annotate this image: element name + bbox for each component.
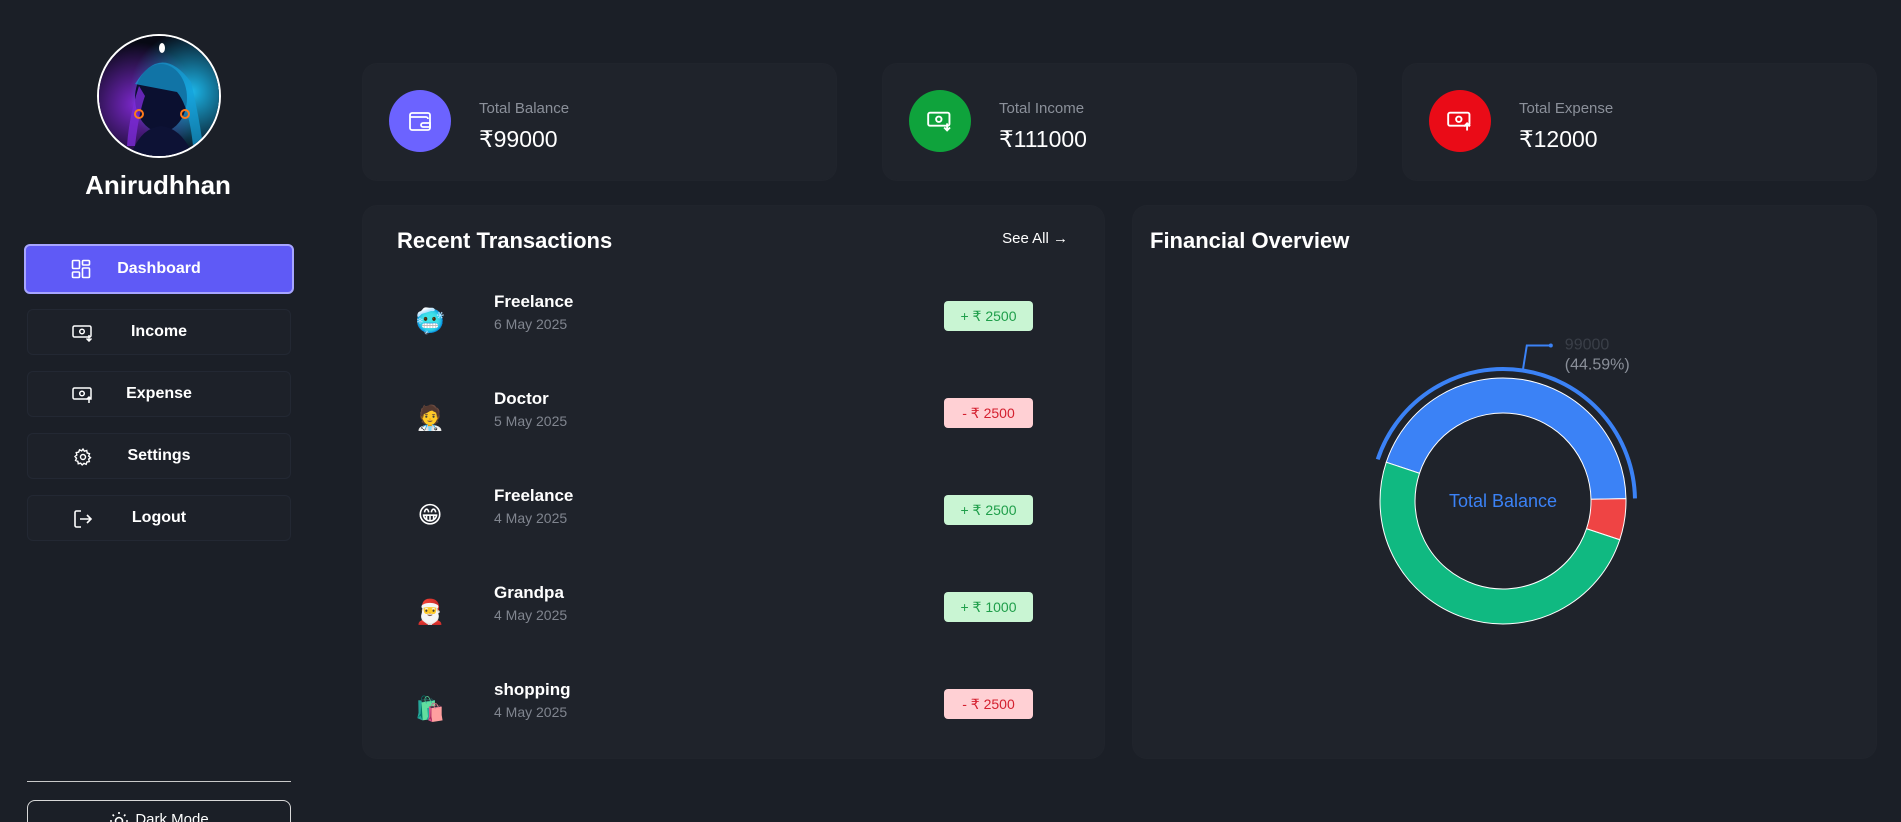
transaction-date: 4 May 2025 [494, 510, 568, 526]
stat-card-income: Total Income ₹111000 [883, 64, 1356, 180]
dashboard-icon [70, 258, 92, 280]
avatar[interactable] [97, 34, 221, 158]
expense-icon [72, 384, 94, 406]
nav-logout[interactable]: Logout [27, 495, 291, 541]
stat-label: Total Income [999, 100, 1085, 117]
transaction-amount-badge: - ₹ 2500 [944, 689, 1033, 719]
stat-label: Total Balance [479, 100, 570, 117]
stat-value: ₹111000 [999, 126, 1087, 152]
financial-overview-chart: 99000 (44.59%) Total Balance [1133, 206, 1875, 758]
dark-mode-label: Dark Mode [135, 811, 209, 822]
nav-label: Settings [127, 447, 191, 464]
transaction-emoji-icon: 🧑‍⚕️ [415, 404, 445, 432]
transaction-title: shopping [494, 680, 571, 699]
transaction-row[interactable]: 🧑‍⚕️ Doctor 5 May 2025 - ₹ 2500 [413, 389, 1033, 441]
transaction-row[interactable]: 😁 Freelance 4 May 2025 + ₹ 2500 [413, 486, 1033, 538]
nav-settings[interactable]: Settings [27, 433, 291, 479]
recent-transactions-card: Recent Transactions See All → 🥶 Freelanc… [363, 206, 1104, 758]
income-icon [72, 322, 94, 344]
gear-icon [72, 446, 94, 468]
transaction-emoji-icon: 🥶 [415, 307, 445, 335]
see-all-link[interactable]: See All → [1002, 230, 1068, 247]
donut-slice-total-income[interactable] [1379, 461, 1621, 625]
transaction-date: 4 May 2025 [494, 607, 568, 623]
transaction-emoji-icon: 🎅 [415, 598, 445, 626]
stat-value: ₹99000 [479, 126, 558, 152]
transaction-amount-badge: + ₹ 2500 [944, 495, 1033, 525]
wallet-icon [389, 90, 451, 152]
transaction-row[interactable]: 🎅 Grandpa 4 May 2025 + ₹ 1000 [413, 583, 1033, 635]
nav-dashboard[interactable]: Dashboard [24, 244, 294, 294]
transaction-emoji-icon: 😁 [417, 501, 443, 529]
donut-tooltip-value: 99000 [1565, 336, 1610, 353]
financial-overview-card: Financial Overview 99000 (44.59%) Total Ba… [1133, 206, 1876, 758]
nav-label: Expense [126, 385, 192, 402]
sidebar-divider [27, 781, 291, 782]
logout-icon [72, 508, 94, 530]
donut-center-label: Total Balance [1449, 491, 1557, 511]
transaction-title: Grandpa [494, 583, 564, 602]
nav-label: Dashboard [117, 260, 201, 277]
transaction-date: 6 May 2025 [494, 316, 568, 332]
stat-card-balance: Total Balance ₹99000 [363, 64, 836, 180]
donut-leader-dot [1548, 343, 1553, 348]
nav-income[interactable]: Income [27, 309, 291, 355]
transaction-title: Doctor [494, 389, 549, 408]
donut-leader-line [1521, 344, 1551, 371]
transaction-title: Freelance [494, 486, 574, 505]
transaction-date: 4 May 2025 [494, 704, 568, 720]
dark-mode-button[interactable]: Dark Mode [27, 800, 291, 822]
money-out-icon [1429, 90, 1491, 152]
username: Anirudhhan [85, 170, 231, 200]
transaction-amount-badge: + ₹ 1000 [944, 592, 1033, 622]
sidebar: Anirudhhan Dashboard Income Expense Sett… [0, 0, 316, 822]
transaction-row[interactable]: 🥶 Freelance 6 May 2025 + ₹ 2500 [413, 292, 1033, 344]
transaction-row[interactable]: 🛍️ shopping 4 May 2025 - ₹ 2500 [413, 680, 1033, 732]
sun-icon [109, 811, 129, 822]
transaction-title: Freelance [494, 292, 574, 311]
transaction-amount-badge: - ₹ 2500 [944, 398, 1033, 428]
donut-tooltip-percent: (44.59%) [1565, 356, 1630, 373]
transaction-amount-badge: + ₹ 2500 [944, 301, 1033, 331]
stat-card-expense: Total Expense ₹12000 [1403, 64, 1876, 180]
transaction-emoji-icon: 🛍️ [415, 695, 445, 723]
stat-label: Total Expense [1519, 100, 1614, 117]
transaction-date: 5 May 2025 [494, 413, 568, 429]
nav-label: Logout [131, 509, 187, 526]
donut-chart-svg: 99000 (44.59%) Total Balance [1375, 336, 1637, 625]
stat-value: ₹12000 [1519, 126, 1598, 152]
nav-expense[interactable]: Expense [27, 371, 291, 417]
money-in-icon [909, 90, 971, 152]
recent-transactions-title: Recent Transactions [397, 228, 613, 253]
nav-label: Income [130, 323, 187, 340]
